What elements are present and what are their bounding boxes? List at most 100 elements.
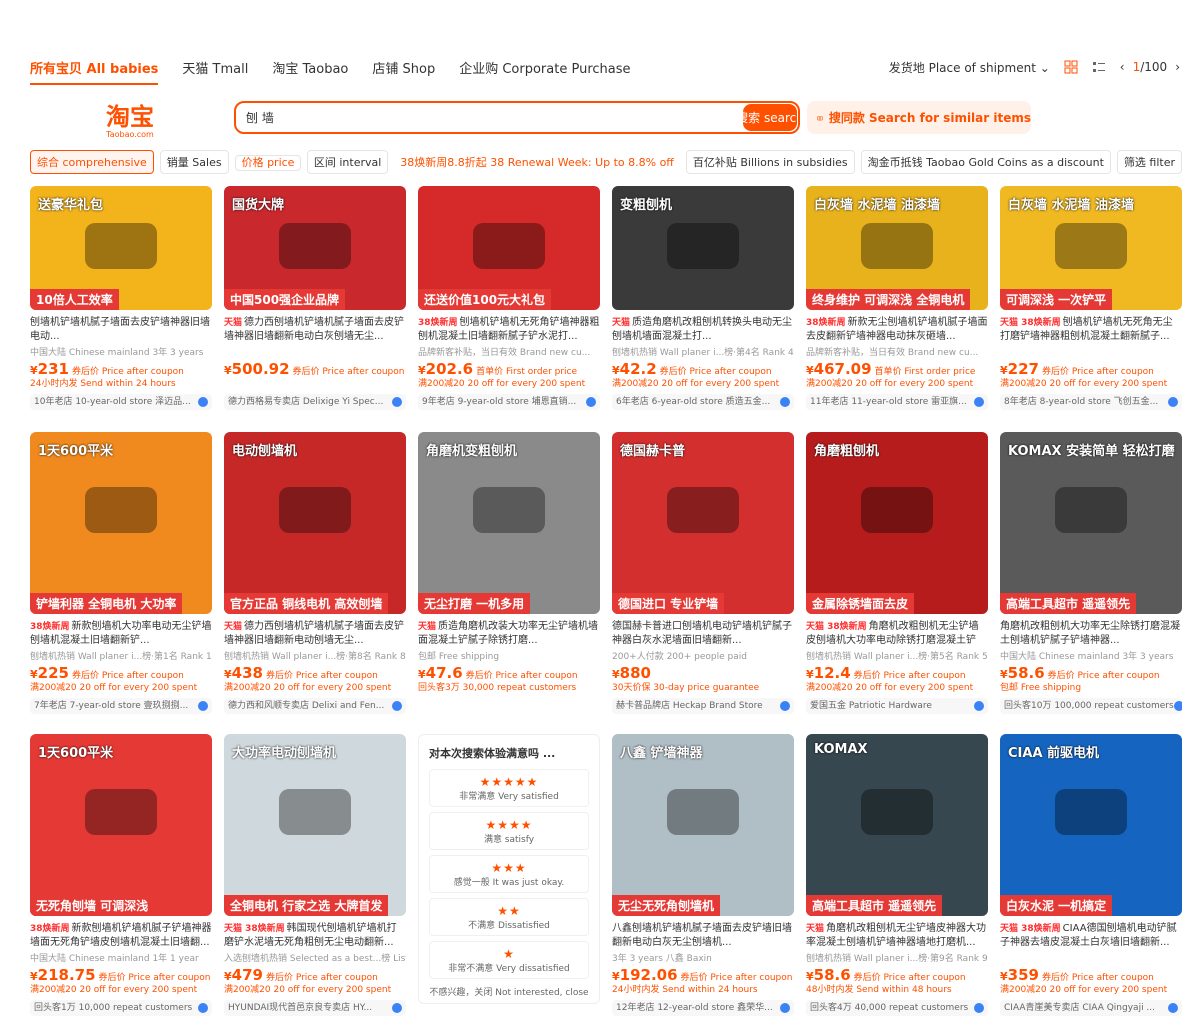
- product-title[interactable]: 刨墙机铲墙机腻子墙面去皮铲墙神器旧墙电动...: [30, 317, 210, 342]
- filter-sales[interactable]: 销量 Sales: [159, 150, 229, 174]
- survey-option[interactable]: ★★★ 感觉一般 It was just okay.: [429, 855, 589, 893]
- search-button[interactable]: 搜索 search: [743, 104, 797, 131]
- list-view-icon[interactable]: [1092, 60, 1106, 74]
- product-image[interactable]: KOMAX 安装简单 轻松打磨 高端工具超市 遥遥领先: [1000, 432, 1182, 614]
- product-image[interactable]: 国货大牌 中国500强企业品牌: [224, 186, 406, 310]
- survey-option[interactable]: ★★ 不满意 Dissatisfied: [429, 898, 589, 936]
- product-image[interactable]: 1天600平米 无死角刨墙 可调深浅: [30, 734, 212, 916]
- search-similar-button[interactable]: 搜同款 Search for similar items: [807, 101, 1031, 134]
- product-title[interactable]: 质造角磨机改装大功率无尘铲墙机墙面混凝土铲腻子除锈打磨...: [418, 621, 598, 646]
- filter-interval[interactable]: 区间 interval: [306, 150, 389, 174]
- survey-option[interactable]: ★★★★★ 非常满意 Very satisfied: [429, 769, 589, 807]
- product-card[interactable]: 白灰墙 水泥墙 油漆墙 可调深浅 一次铲平 天猫 38焕新周 刨墙机铲墙机无死角无尘打…: [1000, 186, 1182, 432]
- product-card[interactable]: 1天600平米 铲墙利器 全铜电机 大功率 38焕新周 新款刨墙机大功率电动无尘铲墙刨…: [30, 432, 212, 734]
- product-image[interactable]: 白灰墙 水泥墙 油漆墙 可调深浅 一次铲平: [1000, 186, 1182, 310]
- store-info[interactable]: 爱国五金 Patriotic Hardware: [806, 698, 988, 714]
- image-headline: KOMAX 安装简单 轻松打磨: [1008, 444, 1175, 459]
- image-badge: 官方正品 铜线电机 高效刨墙: [224, 593, 389, 614]
- product-image[interactable]: 白灰墙 水泥墙 油漆墙 终身维护 可调深浅 全铜电机: [806, 186, 988, 310]
- prev-page-button[interactable]: ‹: [1120, 60, 1125, 74]
- product-title[interactable]: 德国赫卡普进口刨墙机电动铲墙机铲腻子神器白灰水泥墙面旧墙翻新...: [612, 621, 792, 646]
- product-meta: 中国大陆 Chinese mainland 3年 3 years: [1000, 652, 1174, 662]
- product-image[interactable]: 大功率电动刨墙机 全铜电机 行家之选 大牌首发: [224, 734, 406, 916]
- product-card[interactable]: 白灰墙 水泥墙 油漆墙 终身维护 可调深浅 全铜电机 38焕新周 新款无尘刨墙机铲墙机…: [806, 186, 988, 432]
- store-arrow-icon: [1173, 701, 1182, 711]
- store-info[interactable]: 回头客4万 40,000 repeat customers: [806, 1000, 988, 1016]
- product-image[interactable]: 角磨粗刨机 金属除锈墙面去皮: [806, 432, 988, 614]
- survey-option-label: 感觉一般 It was just okay.: [453, 877, 565, 888]
- price-row: ¥479 券后价 Price after coupon: [224, 967, 406, 983]
- product-image[interactable]: 德国赫卡普 德国进口 专业铲墙: [612, 432, 794, 614]
- product-card[interactable]: 德国赫卡普 德国进口 专业铲墙德国赫卡普进口刨墙机电动铲墙机铲腻子神器白灰水泥墙面…: [612, 432, 794, 734]
- product-card[interactable]: 送豪华礼包 10倍人工效率 刨墙机铲墙机腻子墙面去皮铲墙神器旧墙电动... 中国大陆 …: [30, 186, 212, 432]
- product-card[interactable]: 1天600平米 无死角刨墙 可调深浅 38焕新周 新款刨墙机铲墙机腻子铲墙神器墙面无死…: [30, 734, 212, 1034]
- discount-info: 包邮 Free shipping: [1000, 683, 1082, 693]
- store-info[interactable]: 6年老店 6-year-old store 质造五金...: [612, 394, 794, 410]
- product-card[interactable]: KOMAX 高端工具超市 遥遥领先 天猫 角磨机改粗刨机无尘铲墙皮神器大功率混凝土刨墙…: [806, 734, 988, 1034]
- survey-option[interactable]: ★ 非常不满意 Very dissatisfied: [429, 941, 589, 979]
- product-title[interactable]: 质造角磨机改粗刨机转换头电动无尘刨墙机墙面混凝土打...: [612, 317, 792, 342]
- filter-gold-coins[interactable]: 淘金币抵钱 Taobao Gold Coins as a discount: [860, 150, 1111, 174]
- product-image[interactable]: CIAA 前驱电机 白灰水泥 一机搞定: [1000, 734, 1182, 916]
- store-info[interactable]: 8年老店 8-year-old store 飞创五金...: [1000, 394, 1182, 410]
- tab-shop[interactable]: 店铺 Shop: [372, 58, 435, 77]
- product-card[interactable]: 变粗刨机 天猫 质造角磨机改粗刨机转换头电动无尘刨墙机墙面混凝土打... 刨墙机热销 …: [612, 186, 794, 432]
- product-card[interactable]: 角磨机变粗刨机 无尘打磨 一机多用 天猫 质造角磨机改装大功率无尘铲墙机墙面混凝土铲腻…: [418, 432, 600, 734]
- product-title[interactable]: 角磨机改粗刨机无尘铲墙皮神器大功率混凝土刨墙机铲墙神器墙地打磨机...: [806, 923, 986, 948]
- store-info[interactable]: HYUNDAI现代首邑京良专卖店 HY...: [224, 1000, 406, 1016]
- product-image[interactable]: KOMAX 高端工具超市 遥遥领先: [806, 734, 988, 916]
- store-info[interactable]: 赫卡普品牌店 Heckap Brand Store: [612, 698, 794, 714]
- survey-option[interactable]: ★★★★ 满意 satisfy: [429, 812, 589, 850]
- currency-symbol: ¥: [1000, 364, 1008, 377]
- product-image[interactable]: 还送价值100元大礼包: [418, 186, 600, 310]
- next-page-button[interactable]: ›: [1175, 60, 1180, 74]
- store-info[interactable]: 回头客1万 10,000 repeat customers: [30, 1000, 212, 1016]
- product-title[interactable]: 德力西刨墙机铲墙机腻子墙面去皮铲墙神器旧墙翻新电动白灰刨墙无尘...: [224, 317, 404, 342]
- shipment-location-dropdown[interactable]: 发货地 Place of shipment ⌄: [889, 59, 1050, 76]
- store-info[interactable]: 德力西格易专卖店 Delixige Yi Spec...: [224, 394, 406, 410]
- store-info[interactable]: 10年老店 10-year-old store 泽迈品...: [30, 394, 212, 410]
- search-input[interactable]: [246, 110, 743, 125]
- tab-corporate-purchase[interactable]: 企业购 Corporate Purchase: [459, 58, 630, 77]
- store-info[interactable]: 德力西和风顺专卖店 Delixi and Fen...: [224, 698, 406, 714]
- product-image[interactable]: 角磨机变粗刨机 无尘打磨 一机多用: [418, 432, 600, 614]
- product-title[interactable]: 德力西刨墙机铲墙机腻子墙面去皮铲墙神器旧墙翻新电动刨墙无尘...: [224, 621, 404, 646]
- store-info[interactable]: 回头客10万 100,000 repeat customers: [1000, 698, 1182, 714]
- filter-comprehensive[interactable]: 综合 comprehensive: [30, 150, 154, 174]
- product-image[interactable]: 电动刨墙机 官方正品 铜线电机 高效刨墙: [224, 432, 406, 614]
- price-label: 券后价 Price after coupon: [1041, 973, 1154, 983]
- rating-stars: ★★★★★: [479, 774, 539, 789]
- store-info[interactable]: 7年老店 7-year-old store 壹玖捌捌...: [30, 698, 212, 714]
- product-image[interactable]: 送豪华礼包 10倍人工效率: [30, 186, 212, 310]
- product-card[interactable]: KOMAX 安装简单 轻松打磨 高端工具超市 遥遥领先角磨机改粗刨机大功率无尘除锈…: [1000, 432, 1182, 734]
- product-image[interactable]: 八鑫 铲墙神器 无尘无死角刨墙机: [612, 734, 794, 916]
- product-card[interactable]: 还送价值100元大礼包 38焕新周 刨墙机铲墙机无死角铲墙神器粗刨机混凝土旧墙翻新腻…: [418, 186, 600, 432]
- grid-view-icon[interactable]: [1064, 60, 1078, 74]
- filter-price[interactable]: 价格 price: [234, 154, 301, 171]
- product-title[interactable]: 角磨机改粗刨机大功率无尘除锈打磨混凝土刨墙机铲腻子铲墙神器...: [1000, 621, 1180, 646]
- product-card[interactable]: 八鑫 铲墙神器 无尘无死角刨墙机八鑫刨墙机铲墙机腻子墙面去皮铲墙旧墙翻新电动白灰无…: [612, 734, 794, 1034]
- price-row: ¥202.6 首单价 First order price: [418, 361, 600, 377]
- tab-tmall[interactable]: 天猫 Tmall: [182, 58, 248, 77]
- store-info[interactable]: 12年老店 12-year-old store 鑫荣华...: [612, 1000, 794, 1016]
- store-info[interactable]: CIAA青崖美专卖店 CIAA Qingyaji ...: [1000, 1000, 1182, 1016]
- product-title[interactable]: 八鑫刨墙机铲墙机腻子墙面去皮铲墙旧墙翻新电动白灰无尘刨墙机...: [612, 923, 792, 948]
- filter-subsidies[interactable]: 百亿补贴 Billions in subsidies: [685, 150, 855, 174]
- store-info[interactable]: 11年老店 11-year-old store 雷亚旗...: [806, 394, 988, 410]
- store-info[interactable]: 9年老店 9-year-old store 埔恩直销...: [418, 394, 600, 410]
- filter-renewal-week[interactable]: 38焕新周8.8折起 38 Renewal Week: Up to 8.8% o…: [394, 150, 680, 174]
- product-image[interactable]: 1天600平米 铲墙利器 全铜电机 大功率: [30, 432, 212, 614]
- filter-button[interactable]: 筛选 filter: [1116, 150, 1182, 174]
- product-card[interactable]: 国货大牌 中国500强企业品牌 天猫 德力西刨墙机铲墙机腻子墙面去皮铲墙神器旧墙翻新电…: [224, 186, 406, 432]
- product-image[interactable]: 变粗刨机: [612, 186, 794, 310]
- price-row: ¥42.2 券后价 Price after coupon: [612, 361, 794, 377]
- tab-all-babies[interactable]: 所有宝贝 All babies: [30, 58, 159, 85]
- discount-info: 30天价保 30-day price guarantee: [612, 683, 760, 693]
- product-card[interactable]: 角磨粗刨机 金属除锈墙面去皮 天猫 38焕新周 角磨机改粗刨机无尘铲墙皮刨墙机大功率电…: [806, 432, 988, 734]
- taobao-logo[interactable]: 淘宝 Taobao.com: [100, 104, 160, 139]
- tab-taobao[interactable]: 淘宝 Taobao: [272, 58, 348, 77]
- survey-close-button[interactable]: 不感兴趣，关闭 Not interested, close: [429, 985, 589, 998]
- product-card[interactable]: 电动刨墙机 官方正品 铜线电机 高效刨墙 天猫 德力西刨墙机铲墙机腻子墙面去皮铲墙神器…: [224, 432, 406, 734]
- product-card[interactable]: 大功率电动刨墙机 全铜电机 行家之选 大牌首发 天猫 38焕新周 韩国现代刨墙机铲墙机…: [224, 734, 406, 1034]
- product-card[interactable]: CIAA 前驱电机 白灰水泥 一机搞定 天猫 38焕新周 CIAA德国刨墙机电动铲腻子…: [1000, 734, 1182, 1034]
